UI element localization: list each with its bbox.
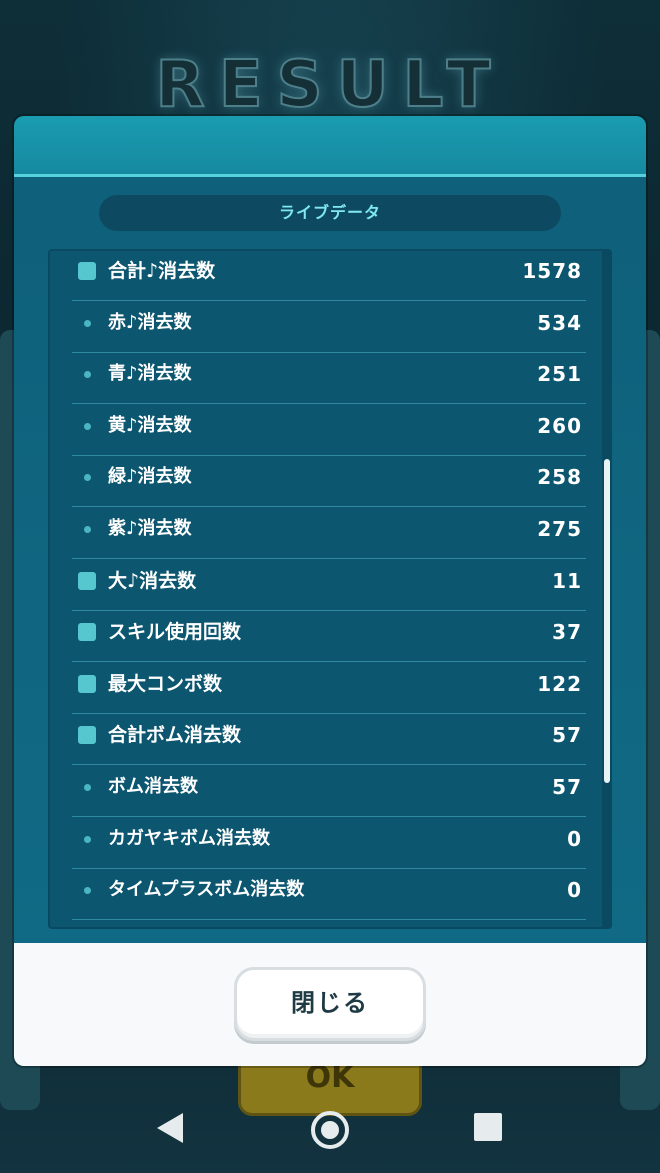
stat-row: 大♪消去数 11 (72, 560, 586, 611)
stat-value: 57 (552, 723, 582, 748)
dot-bullet-icon (84, 371, 91, 379)
stat-row: 最大コンボ数 122 (72, 663, 586, 714)
square-bullet-icon (78, 674, 96, 693)
back-icon[interactable] (157, 1113, 183, 1143)
stats-list[interactable]: タイムプラスボム消去数 0 カガヤキボム消去数 0 ボム消去数 57 合計ボム消去数 57 最大… (48, 249, 612, 929)
stat-label: 緑♪消去数 (108, 466, 192, 488)
stat-label: 紫♪消去数 (108, 518, 192, 539)
square-bullet-icon (78, 262, 96, 280)
stat-label: 合計♪消去数 (108, 260, 216, 282)
stat-row: 赤♪消去数 534 (72, 302, 586, 353)
square-bullet-icon (78, 571, 96, 590)
scrollbar-thumb[interactable] (604, 459, 610, 783)
dot-bullet-icon (84, 887, 91, 895)
stat-value: 11 (552, 568, 582, 593)
modal-footer: 閉じる (14, 943, 646, 1066)
dot-bullet-icon (84, 422, 91, 430)
stat-row: スキル使用回数 37 (72, 611, 586, 663)
stat-row: タイムプラスボム消去数 0 (72, 869, 586, 921)
stat-label: 最大コンボ数 (108, 672, 223, 695)
dot-bullet-icon (84, 474, 91, 482)
stat-value: 57 (552, 775, 582, 799)
stat-label: 大♪消去数 (108, 569, 197, 592)
dot-bullet-icon (84, 835, 91, 843)
stat-label: 合計ボム消去数 (108, 724, 242, 747)
stat-label: 赤♪消去数 (108, 311, 192, 333)
dot-bullet-icon (84, 319, 91, 327)
recent-apps-icon[interactable] (474, 1113, 502, 1141)
result-title: RESULT (155, 47, 505, 123)
dot-bullet-icon (84, 526, 91, 533)
system-nav-bar (0, 1103, 660, 1173)
stat-label: タイムプラスボム消去数 (108, 879, 305, 901)
stat-value: 275 (537, 517, 582, 541)
stat-row: 紫♪消去数 275 (72, 508, 586, 559)
stat-label: ボム消去数 (108, 776, 198, 797)
modal-body: ライブデータ タイムプラスボム消去数 0 カガヤキボム消去数 0 ボム消去数 57 合計ボム… (14, 177, 646, 943)
stat-row: 緑♪消去数 258 (72, 456, 586, 508)
stat-value: 0 (567, 826, 582, 851)
home-icon[interactable] (311, 1111, 349, 1149)
close-button[interactable]: 閉じる (234, 967, 426, 1041)
stat-row: 青♪消去数 251 (72, 353, 586, 405)
stat-label: カガヤキボム消去数 (108, 827, 270, 849)
stat-value: 0 (567, 878, 582, 903)
square-bullet-icon (78, 623, 96, 642)
stat-value: 258 (537, 465, 582, 490)
stat-row: 合計ボム消去数 57 (72, 714, 586, 766)
stat-value: 37 (552, 620, 582, 645)
stat-value: 1578 (522, 259, 582, 283)
section-title: ライブデータ (99, 195, 561, 231)
square-bullet-icon (78, 726, 96, 745)
stat-value: 122 (537, 671, 582, 696)
stat-value: 260 (537, 413, 582, 438)
stat-label: スキル使用回数 (108, 621, 242, 644)
stat-row: 合計♪消去数 1578 (72, 250, 586, 301)
live-data-modal: ライブデータ タイムプラスボム消去数 0 カガヤキボム消去数 0 ボム消去数 57 合計ボム… (14, 116, 646, 1066)
stat-value: 251 (537, 362, 582, 387)
stat-label: 青♪消去数 (108, 363, 192, 385)
stat-row: カガヤキボム消去数 0 (72, 818, 586, 869)
dot-bullet-icon (84, 784, 91, 791)
stat-row: 黄♪消去数 260 (72, 405, 586, 456)
modal-header (14, 116, 646, 177)
stat-value: 534 (537, 310, 582, 335)
stat-row: ボム消去数 57 (72, 766, 586, 817)
stat-label: 黄♪消去数 (108, 414, 192, 436)
scrollbar[interactable] (602, 249, 612, 929)
